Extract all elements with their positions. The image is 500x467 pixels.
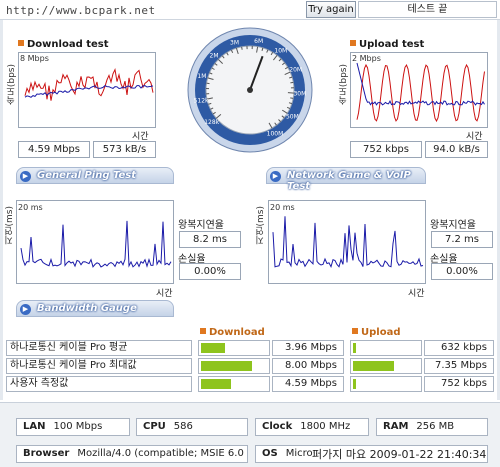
tab-general-ping[interactable]: ▶ General Ping Test (16, 167, 174, 184)
ping-loss-value: 0.00% (179, 263, 241, 280)
download-speed-kbs: 573 kB/s (93, 141, 156, 158)
upload-y-axis-label: 속도(bps) (339, 64, 349, 106)
bandwidth-upload-header: Upload (352, 327, 400, 338)
upload-series-red (356, 63, 485, 123)
download-bar-fill (201, 379, 231, 389)
download-chart (18, 52, 156, 128)
ping-series (20, 220, 172, 268)
download-bar-fill (201, 361, 252, 371)
upload-y-max-tick: 2 Mbps (352, 54, 381, 63)
upload-value: 752 kbps (424, 376, 494, 392)
cpu-info: CPU 586 (136, 418, 248, 436)
arrow-right-icon: ▶ (20, 171, 31, 182)
download-value: 3.96 Mbps (272, 340, 344, 356)
gauge-label: 1M (197, 73, 206, 80)
gauge-label: 6M (254, 38, 263, 45)
ping-rtt-label: 왕복지연율 (178, 220, 224, 231)
game-y-axis-label: 지연(ms) (256, 206, 266, 245)
upload-bar (350, 376, 422, 392)
gauge-label: 10M (274, 48, 287, 55)
ping-rtt-value: 8.2 ms (179, 231, 241, 248)
arrow-right-icon: ▶ (270, 171, 281, 182)
gauge-label: 3M (230, 39, 239, 46)
status-text: 테스트 끝 (358, 1, 497, 18)
gauge-label: 2M (210, 52, 219, 59)
tab-bandwidth-gauge-label: Bandwidth Gauge (37, 303, 137, 314)
upload-speed-kbs: 94.0 kB/s (425, 141, 488, 158)
ping-x-axis-label: 시간 (156, 289, 173, 299)
download-bar-fill (201, 343, 225, 353)
speed-gauge-svg: 128k 512k 1M 2M 3M 6M 10M 20M 30M 50M 100M (187, 27, 313, 153)
upload-bar-fill (353, 361, 394, 371)
gauge-label: 128k (204, 119, 219, 126)
bandwidth-row-label: 사용자 측정값 (6, 376, 192, 392)
site-url: http://www.bcpark.net (6, 4, 156, 17)
gauge-tick (290, 97, 294, 99)
download-bar (198, 340, 270, 356)
upload-value: 7.35 Mbps (424, 358, 494, 374)
download-bar (198, 358, 270, 374)
tab-bandwidth-gauge[interactable]: ▶ Bandwidth Gauge (16, 300, 174, 317)
game-rtt-label: 왕복지연율 (430, 220, 476, 231)
ping-y-axis-label: 지연(ms) (5, 206, 15, 245)
game-chart-svg (272, 216, 424, 269)
tab-network-game-label: Network Game & VoIP Test (287, 170, 411, 192)
clock-info: Clock 1800 MHz (255, 418, 369, 436)
speed-gauge: 128k 512k 1M 2M 3M 6M 10M 20M 30M 50M 100M (185, 25, 315, 155)
game-y-max-tick: 20 ms (270, 203, 295, 212)
download-y-axis-label: 속도(bps) (7, 64, 17, 106)
lan-info: LAN 100 Mbps (16, 418, 130, 436)
watermark-text: 퍼가지 마요 2009-01-22 21:40:34 (312, 448, 487, 461)
ram-info: RAM 256 MB (376, 418, 488, 436)
upload-speed-kbps: 752 kbps (350, 141, 422, 158)
arrow-right-icon: ▶ (20, 304, 31, 315)
bandwidth-download-header: Download (200, 327, 265, 338)
upload-bar-fill (353, 343, 356, 353)
download-speed-mbps: 4.59 Mbps (18, 141, 90, 158)
tab-general-ping-label: General Ping Test (37, 170, 137, 181)
upload-test-title: Upload test (350, 39, 424, 50)
bullet-icon (18, 40, 24, 46)
browser-info: Browser Mozilla/4.0 (compatible; MSIE 6.0 (16, 445, 248, 463)
gauge-label: 50M (286, 113, 299, 120)
download-y-max-tick: 8 Mbps (20, 54, 49, 63)
upload-chart-svg (356, 62, 485, 123)
bullet-icon (352, 328, 358, 334)
upload-bar (350, 340, 422, 356)
bandwidth-row-label: 하나로통신 케이블 Pro 최대값 (6, 358, 192, 374)
download-series-red (24, 67, 154, 101)
gauge-label: 20M (289, 67, 302, 74)
game-loss-value: 0.00% (431, 263, 493, 280)
download-value: 4.59 Mbps (272, 376, 344, 392)
gauge-label: 30M (293, 90, 306, 97)
bullet-icon (200, 328, 206, 334)
gauge-label: 512k (194, 97, 209, 104)
upload-bar (350, 358, 422, 374)
download-test-title: Download test (18, 39, 109, 50)
bullet-icon (350, 40, 356, 46)
download-chart-svg (24, 67, 154, 101)
ping-chart (16, 200, 174, 284)
game-series (272, 216, 424, 269)
upload-bar-fill (353, 379, 356, 389)
download-bar (198, 376, 270, 392)
download-value: 8.00 Mbps (272, 358, 344, 374)
upload-value: 632 kbps (424, 340, 494, 356)
game-x-axis-label: 시간 (408, 289, 425, 299)
game-chart (268, 200, 426, 284)
gauge-label: 100M (267, 130, 284, 137)
gauge-tick (290, 81, 294, 84)
bandwidth-row-label: 하나로통신 케이블 Pro 평균 (6, 340, 192, 356)
game-rtt-value: 7.2 ms (431, 231, 493, 248)
ping-y-max-tick: 20 ms (18, 203, 43, 212)
tab-network-game[interactable]: ▶ Network Game & VoIP Test (266, 167, 426, 192)
ping-chart-svg (20, 220, 172, 268)
download-series-blue (24, 85, 154, 98)
gauge-tick (241, 46, 243, 50)
upload-chart (350, 52, 488, 128)
try-again-button[interactable]: Try again (306, 1, 356, 18)
